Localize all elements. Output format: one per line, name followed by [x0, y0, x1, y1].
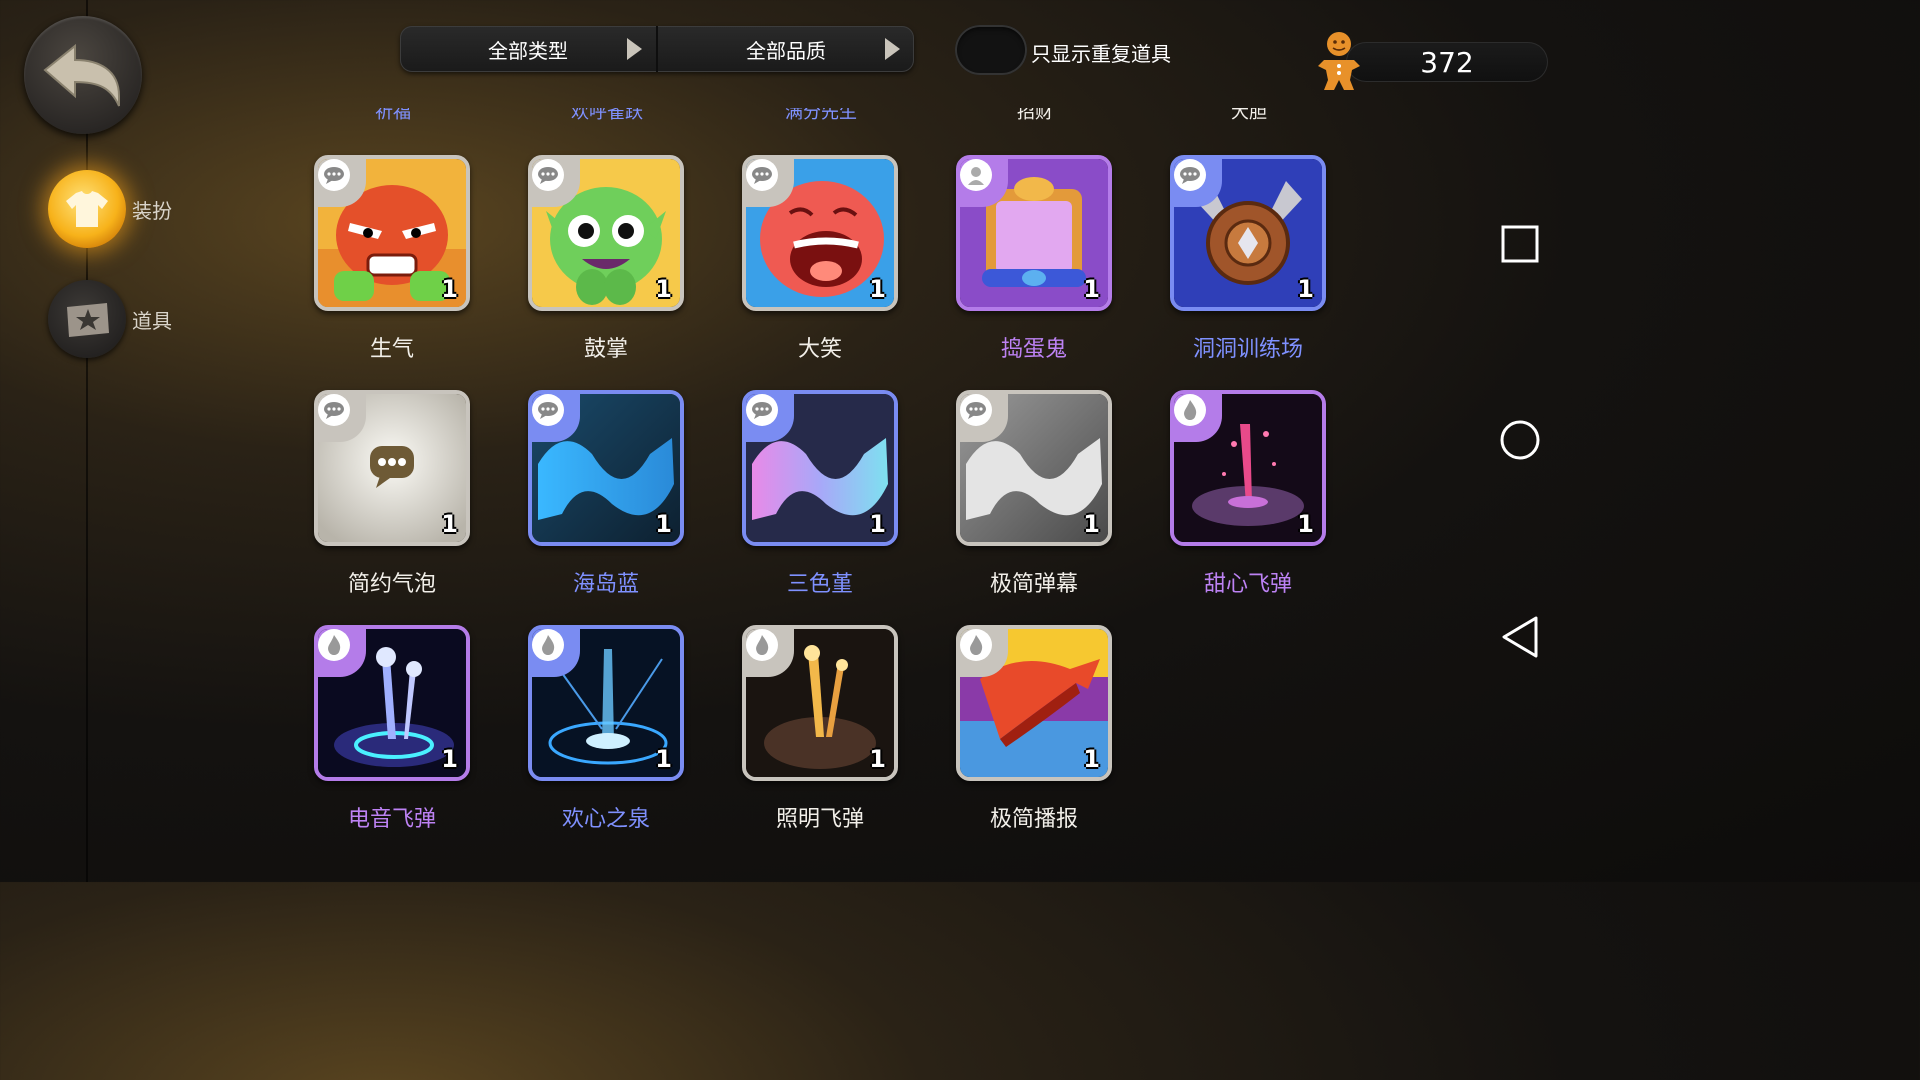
currency-value: 372 [1420, 45, 1474, 79]
chat-bubble-icon [318, 394, 350, 426]
back-button[interactable] [24, 16, 142, 134]
triangle-right-icon [627, 38, 642, 60]
item-name: 海岛蓝 [572, 572, 639, 597]
sidebar-item-costume[interactable]: 装扮 [48, 170, 172, 248]
chat-bubble-icon [1174, 159, 1206, 191]
props-icon [48, 280, 126, 358]
costume-shirt-icon [48, 170, 126, 248]
back-arrow-icon [43, 43, 120, 107]
item-count: 1 [1083, 275, 1100, 303]
item-count: 1 [655, 275, 672, 303]
type-filter-dropdown[interactable]: 全部类型 [400, 26, 656, 72]
item-name: 欢呼雀跃 [571, 108, 643, 120]
type-filter-label: 全部类型 [488, 38, 568, 63]
duplicate-only-label: 只显示重复道具 [1031, 42, 1171, 66]
chat-bubble-icon [318, 159, 350, 191]
item-count: 1 [441, 275, 458, 303]
item-name: 三色堇 [786, 572, 853, 597]
triangle-right-icon [885, 38, 900, 60]
quality-filter-label: 全部品质 [746, 38, 826, 63]
item-name: 极简播报 [989, 807, 1078, 832]
item-count: 1 [869, 275, 886, 303]
chat-bubble-icon [532, 159, 564, 191]
item-count: 1 [869, 510, 886, 538]
sidebar-item-label: 装扮 [132, 198, 172, 223]
item-count: 1 [655, 510, 672, 538]
item-name: 祈福 [375, 108, 411, 120]
item-name: 欢心之泉 [561, 807, 650, 832]
item-name: 生气 [369, 337, 414, 362]
item-name: 简约气泡 [347, 572, 436, 597]
flame-icon [532, 629, 564, 661]
filter-bar: 全部类型 全部品质 [400, 26, 914, 72]
item-count: 1 [1083, 510, 1100, 538]
flame-icon [318, 629, 350, 661]
quality-filter-dropdown[interactable]: 全部品质 [656, 26, 914, 72]
chat-bubble-icon [746, 394, 778, 426]
item-name: 电音飞弹 [347, 807, 436, 832]
flame-icon [960, 629, 992, 661]
gingerbread-icon [1318, 32, 1360, 90]
sidebar-item-props[interactable]: 道具 [48, 280, 172, 358]
item-count: 1 [441, 510, 458, 538]
duplicate-only-toggle[interactable] [955, 25, 1027, 75]
item-name: 鼓掌 [583, 337, 628, 362]
item-name: 招财 [1017, 108, 1053, 120]
circle-home-icon[interactable] [1498, 418, 1542, 462]
item-count: 1 [1083, 745, 1100, 773]
previous-row-labels: 祈福 欢呼雀跃 满分先生 招财 大胆 [300, 100, 1350, 124]
item-count: 1 [441, 745, 458, 773]
item-name: 甜心飞弹 [1203, 572, 1292, 597]
avatar-icon [960, 159, 992, 191]
flame-icon [746, 629, 778, 661]
chat-bubble-icon [746, 159, 778, 191]
item-name: 洞洞训练场 [1192, 337, 1303, 362]
item-name: 极简弹幕 [989, 572, 1078, 597]
chat-bubble-icon [960, 394, 992, 426]
item-name: 大胆 [1231, 108, 1267, 120]
item-grid: 祈福 欢呼雀跃 满分先生 招财 大胆 1 生气 1 鼓掌 1 大笑 1 捣蛋鬼 … [300, 100, 1350, 882]
flame-icon [1174, 394, 1206, 426]
item-name: 照明飞弹 [775, 807, 864, 832]
triangle-back-icon[interactable] [1498, 614, 1542, 660]
item-count: 1 [1297, 275, 1314, 303]
currency-display: 372 [1346, 42, 1548, 82]
item-name: 捣蛋鬼 [1000, 337, 1067, 362]
square-recents-icon[interactable] [1498, 222, 1542, 266]
item-count: 1 [655, 745, 672, 773]
item-count: 1 [869, 745, 886, 773]
item-count: 1 [1297, 510, 1314, 538]
chat-bubble-icon [532, 394, 564, 426]
item-name: 大笑 [797, 337, 842, 362]
item-name: 满分先生 [785, 108, 857, 120]
sidebar-item-label: 道具 [132, 308, 172, 333]
